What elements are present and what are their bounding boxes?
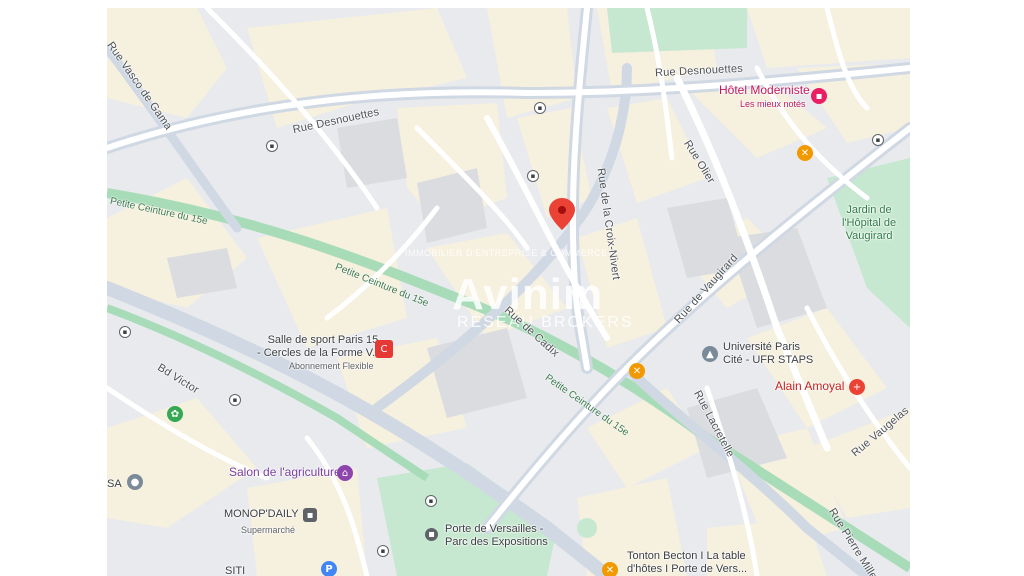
poi-universite[interactable]: Université Paris Cité - UFR STAPS: [723, 341, 813, 367]
restaurant-icon-2[interactable]: ✕: [629, 363, 645, 379]
poi-hotel-sub: Les mieux notés: [740, 99, 806, 109]
poi-salon-agriculture[interactable]: Salon de l'agriculture: [229, 466, 341, 479]
landmark-icon[interactable]: ▪: [425, 528, 438, 541]
poi-salle-sub: Abonnement Flexible: [289, 361, 374, 371]
restaurant-icon[interactable]: ✕: [797, 145, 813, 161]
bus-stop-icon[interactable]: ▪: [534, 102, 546, 114]
poi-siti[interactable]: SITI: [225, 565, 245, 576]
poi-hotel-name[interactable]: Hôtel Moderniste: [719, 84, 810, 97]
gym-icon[interactable]: C: [375, 340, 393, 358]
bus-stop-icon[interactable]: ▪: [527, 170, 539, 182]
watermark-small: IMMOBILIER D'ENTREPRISE & COMMERCE: [405, 248, 608, 258]
bus-stop-icon[interactable]: ▪: [119, 326, 131, 338]
poi-monop-sub: Supermarché: [241, 525, 296, 535]
poi-alain-amoyal[interactable]: Alain Amoyal: [775, 380, 844, 393]
restaurant-icon-3[interactable]: ✕: [602, 562, 618, 576]
bus-stop-icon[interactable]: ▪: [266, 140, 278, 152]
poi-monop[interactable]: MONOP'DAILY: [224, 508, 299, 521]
venue-icon[interactable]: ⌂: [337, 465, 353, 481]
bus-stop-icon[interactable]: ▪: [229, 394, 241, 406]
parking-icon[interactable]: P: [321, 561, 337, 576]
watermark-tagline: RÉSEAU BROKERS: [457, 314, 634, 331]
poi-porte-de-versailles[interactable]: Porte de Versailles - Parc des Expositio…: [445, 523, 548, 549]
bus-stop-icon[interactable]: ▪: [425, 495, 437, 507]
map-view[interactable]: IMMOBILIER D'ENTREPRISE & COMMERCE Avini…: [107, 8, 910, 576]
watermark-brand: Avinim: [452, 270, 604, 319]
store-icon[interactable]: ▪: [303, 508, 317, 522]
bus-stop-icon[interactable]: ▪: [872, 134, 884, 146]
university-icon[interactable]: ▲: [702, 346, 718, 362]
green-poi-icon[interactable]: ✿: [167, 406, 183, 422]
poi-jardin[interactable]: Jardin de l'Hôpital de Vaugirard: [842, 204, 896, 243]
hospital-icon[interactable]: +: [849, 379, 865, 395]
poi-sa[interactable]: SA: [107, 478, 122, 491]
poi-salle-sport[interactable]: Salle de sport Paris 15 - Cercles de la …: [257, 334, 378, 360]
bus-stop-icon[interactable]: ▪: [377, 545, 389, 557]
poi-tonton-becton[interactable]: Tonton Becton I La table d'hôtes I Porte…: [627, 550, 747, 576]
place-icon[interactable]: ●: [127, 474, 143, 490]
hotel-icon[interactable]: ▪: [811, 88, 827, 104]
